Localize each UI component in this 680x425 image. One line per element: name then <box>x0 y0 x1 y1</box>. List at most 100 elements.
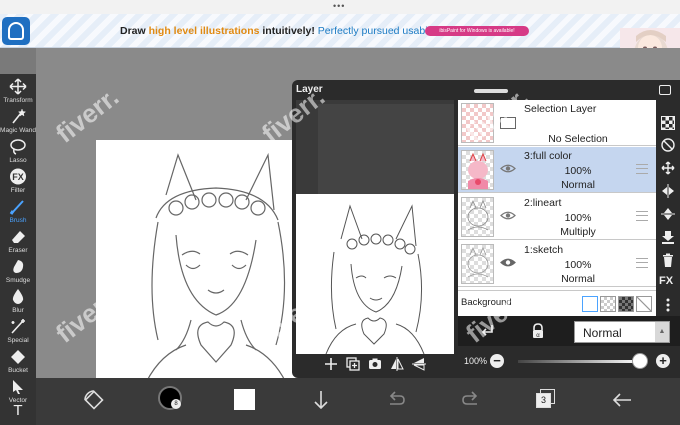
alpha-lock-icon[interactable]: α <box>530 323 546 339</box>
layer-row-sketch[interactable]: 1:sketch 100% Normal <box>458 241 656 287</box>
opacity-increase-button[interactable]: + <box>656 354 670 368</box>
tool-lasso[interactable]: Lasso <box>0 136 36 169</box>
tool-transform[interactable]: Transform <box>0 76 36 109</box>
tool-brush[interactable]: Brush <box>0 196 36 229</box>
tool-filter[interactable]: FX Filter <box>0 166 36 199</box>
tool-label: Bucket <box>8 367 28 374</box>
tool-blur[interactable]: Blur <box>0 286 36 319</box>
fx-icon[interactable]: FX <box>659 275 673 287</box>
flip-layer-vertical-icon[interactable] <box>661 207 675 221</box>
flip-horizontal-icon[interactable] <box>390 357 404 371</box>
secondary-color-swatch[interactable] <box>234 389 255 410</box>
visibility-eye-icon[interactable] <box>500 163 516 174</box>
more-options-icon[interactable] <box>661 298 675 312</box>
layer-thumbnail <box>461 150 494 190</box>
ad-text-part-1: Draw <box>120 25 149 37</box>
layer-list: Selection Layer No Selection 3:full colo… <box>458 100 656 316</box>
background-row: Background <box>458 290 656 316</box>
opacity-value: 100% <box>464 356 488 366</box>
layer-name: 2:lineart <box>524 197 562 209</box>
tool-label: Special <box>7 337 29 344</box>
filter-icon: FX <box>10 168 26 185</box>
lasso-icon <box>10 139 26 155</box>
background-transparent-swatch[interactable] <box>600 296 616 312</box>
more-dots-icon[interactable]: ••• <box>333 1 345 11</box>
status-strip: ••• <box>0 0 680 14</box>
layer-count-badge: 3 <box>536 393 551 408</box>
selection-layer-thumbnail <box>461 103 494 143</box>
selection-layer-name: Selection Layer <box>524 103 597 115</box>
selection-layer-row[interactable]: Selection Layer No Selection <box>458 100 656 146</box>
layer-name: 1:sketch <box>524 244 564 256</box>
opacity-slider[interactable] <box>518 360 640 363</box>
visibility-eye-icon[interactable] <box>500 257 516 268</box>
tool-label: Blur <box>12 307 24 314</box>
layer-blend-mode: Normal <box>561 273 595 285</box>
ad-banner[interactable]: Draw high level illustrations intuitivel… <box>0 14 680 62</box>
transparency-icon[interactable] <box>661 116 675 130</box>
tool-label: Eraser <box>8 247 28 254</box>
trash-icon[interactable] <box>661 253 675 267</box>
tool-text[interactable]: T <box>0 402 36 425</box>
redo-icon[interactable] <box>459 388 483 412</box>
layer-row-lineart[interactable]: 2:lineart 100% Multiply <box>458 194 656 240</box>
selection-mask-icon <box>500 117 516 129</box>
tool-smudge[interactable]: Smudge <box>0 256 36 289</box>
tool-label: Magic Wand <box>0 127 36 134</box>
rotate-canvas-icon[interactable] <box>82 388 106 412</box>
color-picker-button[interactable]: 8 <box>158 386 182 410</box>
flip-layer-horizontal-icon[interactable] <box>661 184 675 198</box>
background-dark-swatch[interactable] <box>618 296 634 312</box>
drag-handle-icon[interactable] <box>636 258 648 268</box>
background-white-swatch[interactable] <box>582 296 598 312</box>
tool-bucket[interactable]: Bucket <box>0 346 36 379</box>
selection-status: No Selection <box>548 133 608 145</box>
blend-mode-select[interactable]: Normal ▲ <box>574 321 670 343</box>
svg-text:α: α <box>536 333 540 339</box>
smudge-icon <box>13 260 24 273</box>
drag-handle-icon[interactable] <box>636 211 648 221</box>
layer-panel: Layer Selection Layer No Selection 3:ful… <box>292 80 680 378</box>
opacity-slider-knob[interactable] <box>632 353 648 369</box>
add-layer-icon[interactable] <box>324 357 338 371</box>
chevron-up-icon: ▲ <box>655 322 669 342</box>
layer-row-full-color[interactable]: 3:full color 100% Normal <box>458 147 656 193</box>
app-logo-icon[interactable] <box>2 17 30 45</box>
ad-pill[interactable]: ibisPaint for Windows is available! <box>425 26 529 36</box>
tool-magic-wand[interactable]: Magic Wand <box>0 106 36 139</box>
flip-vertical-icon[interactable] <box>412 357 426 371</box>
blend-mode-bar: α Normal ▲ <box>458 316 680 346</box>
camera-icon[interactable] <box>368 357 382 371</box>
move-layer-icon[interactable] <box>661 161 675 175</box>
special-icon <box>11 319 25 334</box>
tool-label: Brush <box>9 217 27 224</box>
svg-text:FX: FX <box>12 172 24 182</box>
visibility-eye-icon[interactable] <box>500 210 516 221</box>
merge-down-icon[interactable] <box>661 230 675 244</box>
bucket-icon <box>11 350 25 364</box>
layer-opacity: 100% <box>564 259 592 271</box>
undo-icon[interactable] <box>384 388 408 412</box>
clip-arrow-icon[interactable] <box>480 323 496 339</box>
tool-special[interactable]: Special <box>0 316 36 349</box>
arrow-down-icon[interactable] <box>309 388 333 412</box>
preview-canvas <box>296 194 454 355</box>
background-none-swatch[interactable] <box>636 296 652 312</box>
opacity-decrease-button[interactable]: − <box>490 354 504 368</box>
layers-button[interactable]: 3 <box>536 389 556 409</box>
ad-text-part-2: high level illustrations <box>148 25 260 37</box>
drag-handle-icon[interactable] <box>636 164 648 174</box>
layer-side-toolbar: FX <box>656 100 680 316</box>
preview-dark-area <box>318 104 454 194</box>
eraser-icon <box>12 231 25 243</box>
tool-bar: Transform Magic Wand Lasso FX Filter Bru… <box>0 74 36 425</box>
window-icon[interactable] <box>659 85 671 95</box>
bottom-toolbar: 8 3 <box>36 378 680 425</box>
back-arrow-icon[interactable] <box>610 388 634 412</box>
ad-text: Draw high level illustrations intuitivel… <box>120 25 443 37</box>
panel-drag-handle[interactable] <box>474 89 508 93</box>
clipping-icon[interactable] <box>661 138 675 152</box>
tool-eraser[interactable]: Eraser <box>0 226 36 259</box>
add-folder-icon[interactable] <box>346 357 360 371</box>
layer-opacity: 100% <box>564 165 592 177</box>
